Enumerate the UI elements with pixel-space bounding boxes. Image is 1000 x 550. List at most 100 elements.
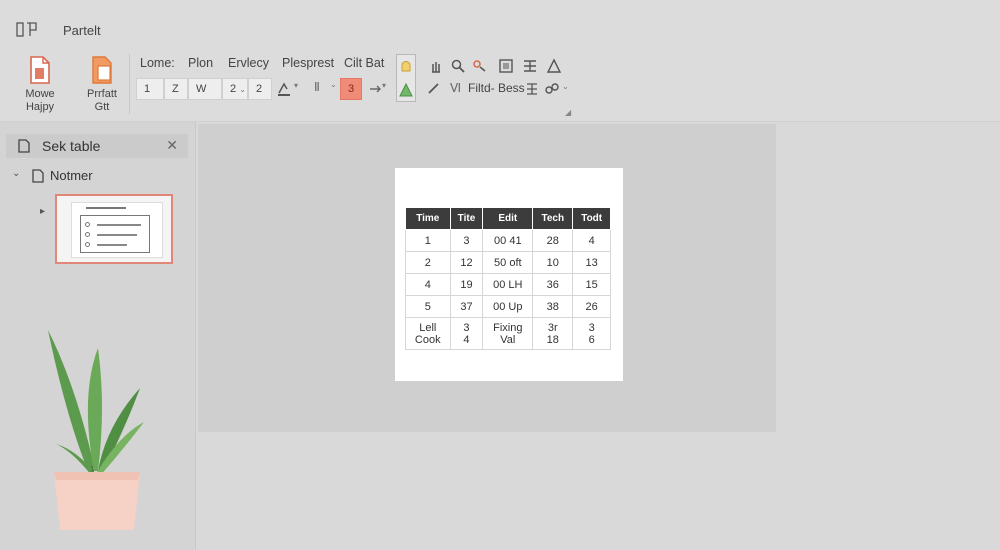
chevron-down-icon: ⌄: [239, 85, 246, 94]
styles-group[interactable]: [396, 54, 416, 102]
shape-icon[interactable]: [546, 58, 562, 74]
table-header-cell[interactable]: Tite: [449, 207, 484, 230]
thumbnail-line: [97, 244, 127, 246]
cell-line: 3: [463, 321, 470, 334]
menu-item-cilt-bat[interactable]: Cilt Bat: [344, 56, 384, 70]
thumbnail-line: [86, 207, 126, 209]
thumbnail-line: [97, 224, 141, 226]
table-cell[interactable]: 3: [449, 229, 484, 252]
expand-group-icon[interactable]: ◢: [565, 108, 571, 117]
cell-line: 18: [546, 333, 559, 346]
cell-line: 3: [588, 321, 595, 334]
table-cell[interactable]: 13: [572, 251, 611, 274]
bullet-icon: [85, 242, 90, 247]
table-row: 5 37 00 Up 38 26: [405, 295, 611, 318]
table-cell[interactable]: 3r 18: [532, 317, 574, 350]
move-history-label-2: Hajpy: [25, 101, 55, 113]
table-cell[interactable]: 34: [449, 317, 484, 350]
table-cell[interactable]: 2: [405, 251, 451, 274]
thumbnail-preview: [71, 202, 163, 258]
table-cell[interactable]: 37: [449, 295, 484, 318]
columns-icon[interactable]: [524, 81, 540, 97]
link-icon[interactable]: [544, 81, 560, 97]
font-size-select[interactable]: 2 ⌄: [222, 78, 248, 100]
table-cell[interactable]: 1: [405, 229, 451, 252]
move-history-button[interactable]: Mowe Hajpy: [14, 52, 66, 116]
text-direction-icon[interactable]: Ⅵ: [450, 81, 461, 95]
move-history-label-1: Mowe: [25, 88, 55, 100]
menu-item-plon[interactable]: Plon: [188, 56, 213, 70]
search-icon[interactable]: [450, 58, 466, 74]
menu-item-lome[interactable]: Lome:: [140, 56, 175, 70]
font-field-2[interactable]: Z: [164, 78, 188, 100]
hand-icon[interactable]: [428, 58, 444, 74]
cell-line: Fixing: [493, 321, 523, 334]
chevron-down-icon[interactable]: ⌄: [12, 168, 20, 179]
plant-illustration: [48, 330, 144, 530]
cell-line: 6: [588, 333, 595, 346]
table-header-cell[interactable]: Time: [405, 207, 451, 230]
title-bar: Partelt: [0, 0, 1000, 44]
table-cell[interactable]: 36: [532, 273, 574, 296]
table-row: 4 19 00 LH 36 15: [405, 273, 611, 296]
grid-icon[interactable]: [522, 58, 538, 74]
table-cell[interactable]: 36: [572, 317, 611, 350]
table-cell[interactable]: 5: [405, 295, 451, 318]
prefatt-label-2: Gtt: [94, 101, 110, 113]
table-cell[interactable]: 19: [449, 273, 484, 296]
table-cell[interactable]: Lell Cook: [405, 317, 451, 350]
table-cell[interactable]: Fixing Val: [482, 317, 534, 350]
frame-icon[interactable]: [498, 58, 514, 74]
table-cell[interactable]: 50 oft: [482, 251, 534, 274]
slide[interactable]: Time Tite Edit Tech Todt 1 3 00 41 28 4 …: [395, 168, 623, 381]
font-field-1[interactable]: 1: [136, 78, 164, 100]
paint-icon[interactable]: [472, 58, 488, 74]
font-color-dropdown-icon[interactable]: ▾: [294, 81, 298, 90]
table-cell[interactable]: 38: [532, 295, 574, 318]
close-icon[interactable]: ✕: [166, 137, 178, 154]
table-cell[interactable]: 28: [532, 229, 574, 252]
menu-item-ervlecy[interactable]: Ervlecy: [228, 56, 269, 70]
triangle-style-icon: [399, 82, 413, 97]
chevron-down-icon[interactable]: ⌄: [562, 82, 569, 91]
table-header-cell[interactable]: Todt: [572, 207, 611, 230]
table-cell[interactable]: 4: [405, 273, 451, 296]
font-color-icon[interactable]: [276, 81, 292, 97]
table-cell[interactable]: 26: [572, 295, 611, 318]
panel-title: Sek table: [42, 138, 101, 154]
find-label[interactable]: Filtd- Bess: [468, 81, 525, 95]
thumbnail-line: [97, 234, 137, 236]
panel-header: Sek table ✕: [6, 134, 188, 158]
highlight-color-button[interactable]: 3: [340, 78, 362, 100]
font-field-5[interactable]: 2: [248, 78, 272, 100]
folder-icon: [32, 169, 44, 183]
table-cell[interactable]: 00 Up: [482, 295, 534, 318]
table-cell[interactable]: 10: [532, 251, 574, 274]
data-table[interactable]: Time Tite Edit Tech Todt 1 3 00 41 28 4 …: [405, 207, 611, 350]
font-size-value: 2: [230, 83, 237, 95]
prefatt-button[interactable]: Prrfatt Gtt: [76, 52, 128, 116]
table-header-cell[interactable]: Edit: [482, 207, 534, 230]
bullet-icon: [85, 222, 90, 227]
cell-line: Val: [500, 333, 516, 346]
table-cell[interactable]: 00 41: [482, 229, 534, 252]
cell-line: 3r: [547, 321, 558, 334]
pen-icon[interactable]: [426, 80, 442, 96]
table-cell[interactable]: 4: [572, 229, 611, 252]
table-cell[interactable]: 15: [572, 273, 611, 296]
font-field-3[interactable]: W: [188, 78, 222, 100]
prefatt-label-1: Prrfatt: [87, 88, 117, 100]
table-row: Lell Cook 34 Fixing Val 3r 18 36: [405, 317, 611, 350]
tree-item-label: Notmer: [50, 168, 93, 183]
slide-thumbnail[interactable]: [55, 194, 173, 264]
table-header-cell[interactable]: Tech: [532, 207, 574, 230]
menu-item-plesprest[interactable]: Plesprest: [282, 56, 334, 70]
cell-line: Cook: [414, 333, 441, 346]
thumbnail-table: [80, 215, 150, 253]
arrow-dropdown-icon[interactable]: ▾: [382, 81, 386, 90]
table-cell[interactable]: 00 LH: [482, 273, 534, 296]
table-cell[interactable]: 12: [449, 251, 484, 274]
bullet-icon: [85, 232, 90, 237]
page-icon: [18, 139, 30, 153]
chevron-down-icon[interactable]: ⌄: [330, 80, 337, 89]
